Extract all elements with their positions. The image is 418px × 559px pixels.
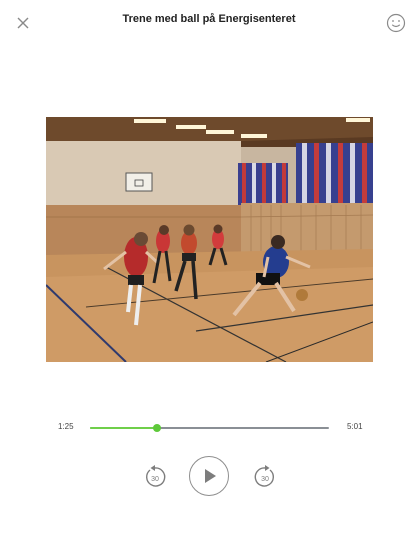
mood-button[interactable] <box>385 12 407 34</box>
close-icon <box>17 17 29 29</box>
close-button[interactable] <box>14 14 32 32</box>
seek-thumb[interactable] <box>153 424 162 432</box>
skip-forward-30-button[interactable]: 30 <box>252 464 278 490</box>
top-bar: Trene med ball på Energisenteret <box>0 0 418 44</box>
page-title: Trene med ball på Energisenteret <box>122 13 296 25</box>
play-button[interactable] <box>189 456 229 496</box>
playback-controls: 30 30 <box>0 455 418 499</box>
video-frame <box>46 117 373 362</box>
rewind-30-icon: 30 <box>146 465 166 487</box>
elapsed-time: 1:25 <box>58 422 74 431</box>
smiley-face-icon <box>386 13 406 33</box>
progress-row: 1:25 5:01 <box>0 418 418 438</box>
video-player[interactable] <box>46 117 373 362</box>
seek-bar[interactable] <box>90 424 329 432</box>
skip-forward-label: 30 <box>261 476 269 483</box>
seek-bar-progress <box>90 427 158 429</box>
skip-back-label: 30 <box>151 476 159 483</box>
play-icon <box>205 469 216 483</box>
forward-30-icon: 30 <box>254 465 274 487</box>
skip-back-30-button[interactable]: 30 <box>142 464 168 490</box>
total-time: 5:01 <box>347 422 363 431</box>
